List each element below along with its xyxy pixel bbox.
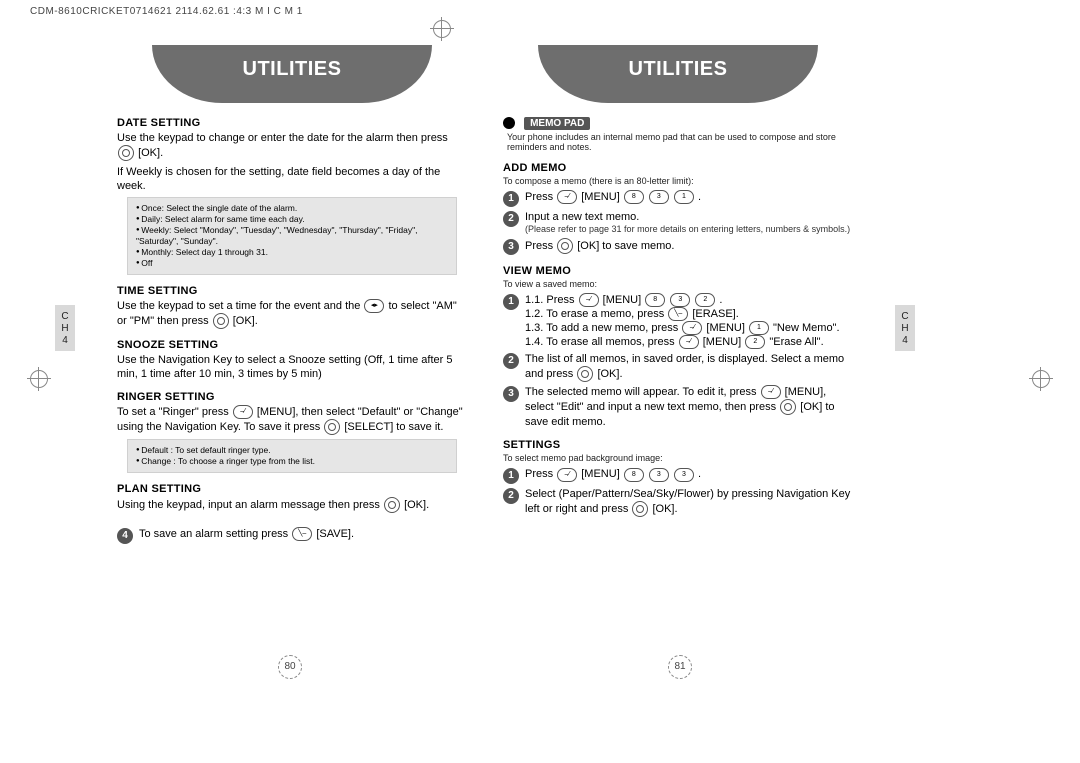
keypad-key-icon: 3 <box>649 468 669 482</box>
ok-key-icon <box>780 399 796 415</box>
numbered-step: 2 Select (Paper/Pattern/Sea/Sky/Flower) … <box>503 487 853 517</box>
page-number: 81 <box>668 655 692 679</box>
body-text: Using the keypad, input an alarm message… <box>117 497 467 513</box>
section-heading: DATE SETTING <box>117 117 467 129</box>
step-number-icon: 1 <box>503 294 519 310</box>
note-box: Once: Select the single date of the alar… <box>127 197 457 275</box>
page-spread: C H 4 UTILITIES DATE SETTING Use the key… <box>95 45 875 685</box>
ok-key-icon <box>557 238 573 254</box>
body-text: Use the keypad to change or enter the da… <box>117 131 467 161</box>
feature-heading: MEMO PAD <box>503 117 853 130</box>
numbered-step: 2 The list of all memos, in saved order,… <box>503 352 853 382</box>
numbered-step: 1 Press –⁄ [MENU] 8 3 3 . <box>503 467 853 484</box>
keypad-key-icon: 1 <box>674 190 694 204</box>
keypad-key-icon: 8 <box>624 468 644 482</box>
page-title: UTILITIES <box>538 45 818 103</box>
soft-key-icon: –⁄ <box>233 405 253 419</box>
chapter-tab: C H 4 <box>55 305 75 351</box>
bullet-icon <box>503 117 515 129</box>
keypad-key-icon: 2 <box>695 293 715 307</box>
note-box: Default : To set default ringer type. Ch… <box>127 439 457 473</box>
pill-label: MEMO PAD <box>524 117 590 130</box>
ok-key-icon <box>384 497 400 513</box>
body-text: To select memo pad background image: <box>503 453 853 463</box>
step-number-icon: 3 <box>503 386 519 402</box>
section-heading: ADD MEMO <box>503 162 853 174</box>
nav-key-icon: ◂▸ <box>364 299 384 313</box>
registration-mark-icon <box>30 370 48 388</box>
body-text: To compose a memo (there is an 80-letter… <box>503 176 853 186</box>
keypad-key-icon: 3 <box>649 190 669 204</box>
body-text: Use the Navigation Key to select a Snooz… <box>117 353 467 381</box>
step-number-icon: 2 <box>503 488 519 504</box>
body-text: If Weekly is chosen for the setting, dat… <box>117 165 467 193</box>
ok-key-icon <box>213 313 229 329</box>
keypad-key-icon: 8 <box>645 293 665 307</box>
page-right: C H 4 UTILITIES MEMO PAD Your phone incl… <box>485 45 875 685</box>
section-heading: SNOOZE SETTING <box>117 339 467 351</box>
numbered-step: 3 The selected memo will appear. To edit… <box>503 385 853 429</box>
soft-key-icon: ╲– <box>292 527 312 541</box>
keypad-key-icon: 3 <box>674 468 694 482</box>
print-header: CDM-8610CRICKET0714621 2114.62.61 :4:3 M… <box>30 6 1050 17</box>
step-number-icon: 1 <box>503 468 519 484</box>
keypad-key-icon: 8 <box>624 190 644 204</box>
section-heading: RINGER SETTING <box>117 391 467 403</box>
numbered-step: 3 Press [OK] to save memo. <box>503 238 853 255</box>
soft-key-icon: –⁄ <box>679 335 699 349</box>
numbered-step: 4 To save an alarm setting press ╲– [SAV… <box>117 527 467 544</box>
soft-key-icon: –⁄ <box>761 385 781 399</box>
body-text: Your phone includes an internal memo pad… <box>507 132 853 152</box>
section-heading: VIEW MEMO <box>503 265 853 277</box>
ok-key-icon <box>118 145 134 161</box>
section-heading: PLAN SETTING <box>117 483 467 495</box>
section-heading: SETTINGS <box>503 439 853 451</box>
soft-key-icon: ╲– <box>668 307 688 321</box>
registration-mark-icon <box>433 20 451 38</box>
step-number-icon: 2 <box>503 353 519 369</box>
numbered-step: 1 Press –⁄ [MENU] 8 3 1 . <box>503 190 853 207</box>
numbered-step: 2 Input a new text memo. (Please refer t… <box>503 210 853 235</box>
ok-key-icon <box>324 419 340 435</box>
section-heading: TIME SETTING <box>117 285 467 297</box>
soft-key-icon: –⁄ <box>557 468 577 482</box>
step-number-icon: 4 <box>117 528 133 544</box>
body-text: To set a "Ringer" press –⁄ [MENU], then … <box>117 405 467 435</box>
soft-key-icon: –⁄ <box>557 190 577 204</box>
chapter-tab: C H 4 <box>895 305 915 351</box>
registration-mark-icon <box>1032 370 1050 388</box>
keypad-key-icon: 2 <box>745 335 765 349</box>
page-number: 80 <box>278 655 302 679</box>
page-left: C H 4 UTILITIES DATE SETTING Use the key… <box>95 45 485 685</box>
keypad-key-icon: 3 <box>670 293 690 307</box>
keypad-key-icon: 1 <box>749 321 769 335</box>
step-number-icon: 3 <box>503 239 519 255</box>
numbered-step: 1 1.1. Press –⁄ [MENU] 8 3 2 . 1.2. To e… <box>503 293 853 349</box>
ok-key-icon <box>632 501 648 517</box>
body-text: Use the keypad to set a time for the eve… <box>117 299 467 329</box>
page-title: UTILITIES <box>152 45 432 103</box>
soft-key-icon: –⁄ <box>579 293 599 307</box>
soft-key-icon: –⁄ <box>682 321 702 335</box>
ok-key-icon <box>577 366 593 382</box>
step-number-icon: 2 <box>503 211 519 227</box>
body-text: To view a saved memo: <box>503 279 853 289</box>
step-number-icon: 1 <box>503 191 519 207</box>
